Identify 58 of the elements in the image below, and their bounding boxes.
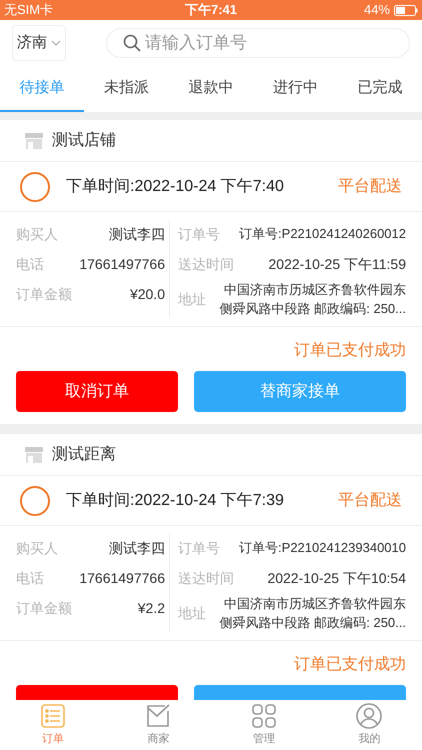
address-value: 中国济南市历城区齐鲁软件园东侧舜风路中段路 邮政编码: 250... [218, 595, 406, 632]
field-value: 2022-10-25 下午11:59 [268, 255, 406, 274]
city-dropdown[interactable]: 济南 [12, 25, 66, 61]
tab[interactable]: 进行中 [253, 66, 338, 112]
field-label: 地址 [178, 290, 206, 308]
envelope-icon [145, 702, 172, 729]
field-label: 电话 [16, 255, 44, 274]
payment-status: 订单已支付成功 [294, 340, 406, 361]
field-label: 地址 [178, 604, 206, 622]
field-value: ¥2.2 [138, 599, 165, 618]
delivery-type: 平台配送 [338, 176, 402, 196]
carrier-text: 无SIM卡 [4, 1, 54, 20]
grid-icon [250, 702, 277, 729]
field-label: 电话 [16, 569, 44, 588]
field-label: 订单号 [178, 539, 220, 558]
clock: 下午7:41 [184, 1, 238, 20]
tab-bar-item[interactable]: 订单 [0, 700, 106, 750]
field-value: ¥20.0 [130, 285, 165, 304]
shop-name: 测试店铺 [52, 130, 116, 150]
delivery-type: 平台配送 [338, 490, 402, 510]
search-field[interactable]: 请输入订单号 [145, 30, 393, 56]
tab[interactable]: 未指派 [84, 66, 169, 112]
battery-icon [394, 4, 418, 16]
list-icon [40, 702, 66, 729]
caret-icon [51, 40, 61, 46]
tab[interactable]: 退款中 [168, 66, 254, 112]
field-value: 2022-10-25 下午10:54 [267, 569, 406, 588]
field-value: 17661497766 [79, 255, 165, 274]
field-label: 送达时间 [178, 255, 234, 274]
field-label: 订单金额 [16, 599, 72, 618]
field-label: 购买人 [16, 225, 58, 244]
search-bar[interactable]: 请输入订单号 [106, 28, 410, 58]
field-label: 送达时间 [178, 569, 234, 588]
field-value: 订单号:P2210241239340010 [239, 539, 406, 557]
address-value: 中国济南市历城区齐鲁软件园东侧舜风路中段路 邮政编码: 250... [218, 281, 406, 318]
tab-bar-item[interactable]: 商家 [106, 700, 211, 750]
cancel-order-button[interactable]: 取消订单 [16, 371, 178, 412]
tab[interactable]: 已完成 [338, 66, 422, 112]
field-value: 测试李四 [109, 225, 165, 244]
field-value: 17661497766 [79, 569, 165, 588]
user-icon [356, 702, 382, 729]
accept-order-button[interactable]: 替商家接单 [194, 371, 406, 412]
payment-status: 订单已支付成功 [294, 654, 406, 675]
field-value: 测试李四 [109, 539, 165, 558]
battery-text: 44% [364, 1, 390, 20]
field-label: 订单号 [178, 225, 220, 244]
field-value: 订单号:P2210241240260012 [239, 225, 406, 243]
search-icon [123, 34, 141, 52]
field-label: 订单金额 [16, 285, 72, 304]
field-label: 购买人 [16, 539, 58, 558]
order-time: 下单时间:2022-10-24 下午7:40 [66, 176, 285, 196]
store-icon [24, 446, 44, 464]
tab[interactable]: 待接单 [0, 66, 84, 112]
order-time: 下单时间:2022-10-24 下午7:39 [66, 490, 285, 510]
store-icon [24, 132, 44, 150]
shop-name: 测试距离 [52, 444, 116, 464]
tab-bar-item[interactable]: 管理 [211, 700, 316, 750]
tab-bar-item[interactable]: 我的 [316, 700, 422, 750]
